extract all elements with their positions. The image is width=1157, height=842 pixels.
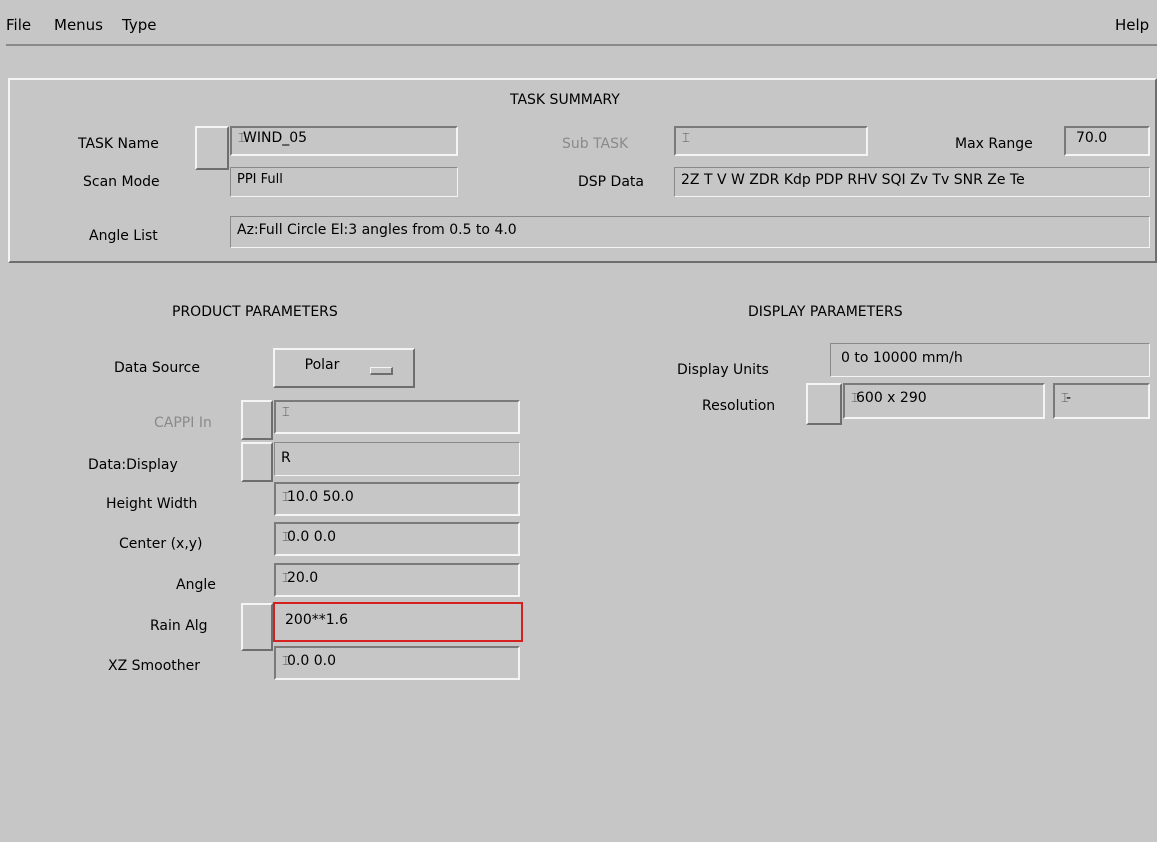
text-cursor-icon: ⌶: [282, 405, 290, 420]
dsp-data-value: 2Z T V W ZDR Kdp PDP RHV SQI Zv Tv SNR Z…: [681, 172, 1025, 188]
task-name-label: TASK Name: [78, 136, 159, 152]
text-cursor-icon: ⌶: [238, 131, 246, 146]
display-parameters-title: DISPLAY PARAMETERS: [748, 304, 903, 320]
height-width-field[interactable]: ⌶10.0 50.0: [274, 482, 520, 516]
xz-smoother-value: 0.0 0.0: [287, 653, 336, 669]
data-display-button[interactable]: [241, 442, 273, 482]
dsp-data-field: 2Z T V W ZDR Kdp PDP RHV SQI Zv Tv SNR Z…: [674, 167, 1150, 197]
resolution-label: Resolution: [702, 398, 776, 414]
max-range-label: Max Range: [955, 136, 1033, 152]
text-cursor-icon: ⌶: [682, 131, 690, 146]
angle-list-field: Az:Full Circle El:3 angles from 0.5 to 4…: [230, 216, 1150, 248]
sub-task-label: Sub TASK: [562, 136, 629, 152]
cappi-in-button[interactable]: [241, 400, 273, 440]
task-summary-title: TASK SUMMARY: [510, 92, 620, 108]
text-cursor-icon: ⌶: [282, 490, 290, 505]
dsp-data-label: DSP Data: [578, 174, 644, 190]
cappi-in-label: CAPPI In: [154, 415, 212, 431]
menu-help[interactable]: Help: [1115, 16, 1149, 34]
rain-alg-label: Rain Alg: [150, 618, 208, 634]
angle-list-value: Az:Full Circle El:3 angles from 0.5 to 4…: [237, 222, 517, 238]
resolution-field[interactable]: ⌶600 x 290: [843, 383, 1045, 419]
max-range-field[interactable]: 70.0: [1064, 126, 1150, 156]
task-name-field[interactable]: ⌶WIND_05: [230, 126, 458, 156]
text-cursor-icon: ⌶: [282, 654, 290, 669]
data-display-field: R: [274, 442, 520, 476]
text-cursor-icon: ⌶: [1061, 391, 1069, 406]
center-label: Center (x,y): [119, 536, 203, 552]
angle-field[interactable]: ⌶20.0: [274, 563, 520, 597]
menu-file[interactable]: File: [6, 16, 31, 34]
menu-bar: File Menus Type Help: [6, 6, 1157, 46]
sub-task-field[interactable]: ⌶: [674, 126, 868, 156]
task-name-button[interactable]: [195, 126, 229, 170]
angle-label: Angle: [176, 577, 216, 593]
scan-mode-field: PPI Full: [230, 167, 458, 197]
data-source-label: Data Source: [114, 360, 200, 376]
data-display-value: R: [281, 450, 291, 466]
resolution-value: 600 x 290: [856, 390, 927, 406]
rain-alg-button[interactable]: [241, 603, 273, 651]
angle-value: 20.0: [287, 570, 319, 586]
angle-list-label: Angle List: [89, 228, 158, 244]
data-display-label: Data:Display: [88, 457, 178, 473]
data-source-value: Polar: [304, 357, 340, 373]
display-units-label: Display Units: [677, 362, 769, 378]
xz-smoother-field[interactable]: ⌶0.0 0.0: [274, 646, 520, 680]
option-menu-indicator-icon: [370, 367, 393, 375]
center-field[interactable]: ⌶0.0 0.0: [274, 522, 520, 556]
data-source-option-menu[interactable]: Polar: [273, 348, 415, 388]
resolution-extra-field[interactable]: ⌶-: [1053, 383, 1150, 419]
menu-menus[interactable]: Menus: [54, 16, 103, 34]
xz-smoother-label: XZ Smoother: [108, 658, 201, 674]
task-name-value: WIND_05: [243, 130, 308, 146]
rain-alg-field[interactable]: 200**1.6: [273, 602, 523, 642]
text-cursor-icon: ⌶: [282, 530, 290, 545]
max-range-value: 70.0: [1076, 130, 1108, 146]
scan-mode-label: Scan Mode: [83, 174, 160, 190]
resolution-button[interactable]: [806, 383, 842, 425]
height-width-label: Height Width: [106, 496, 198, 512]
resolution-extra-value: -: [1066, 390, 1072, 406]
menu-type[interactable]: Type: [122, 16, 156, 34]
scan-mode-value: PPI Full: [237, 172, 283, 187]
product-parameters-title: PRODUCT PARAMETERS: [172, 304, 338, 320]
rain-alg-value: 200**1.6: [285, 612, 348, 628]
text-cursor-icon: ⌶: [282, 571, 290, 586]
display-units-value: 0 to 10000 mm/h: [841, 350, 963, 366]
display-units-field: 0 to 10000 mm/h: [830, 343, 1150, 377]
center-value: 0.0 0.0: [287, 529, 336, 545]
text-cursor-icon: ⌶: [851, 391, 859, 406]
height-width-value: 10.0 50.0: [287, 489, 354, 505]
cappi-in-field[interactable]: ⌶: [274, 400, 520, 434]
